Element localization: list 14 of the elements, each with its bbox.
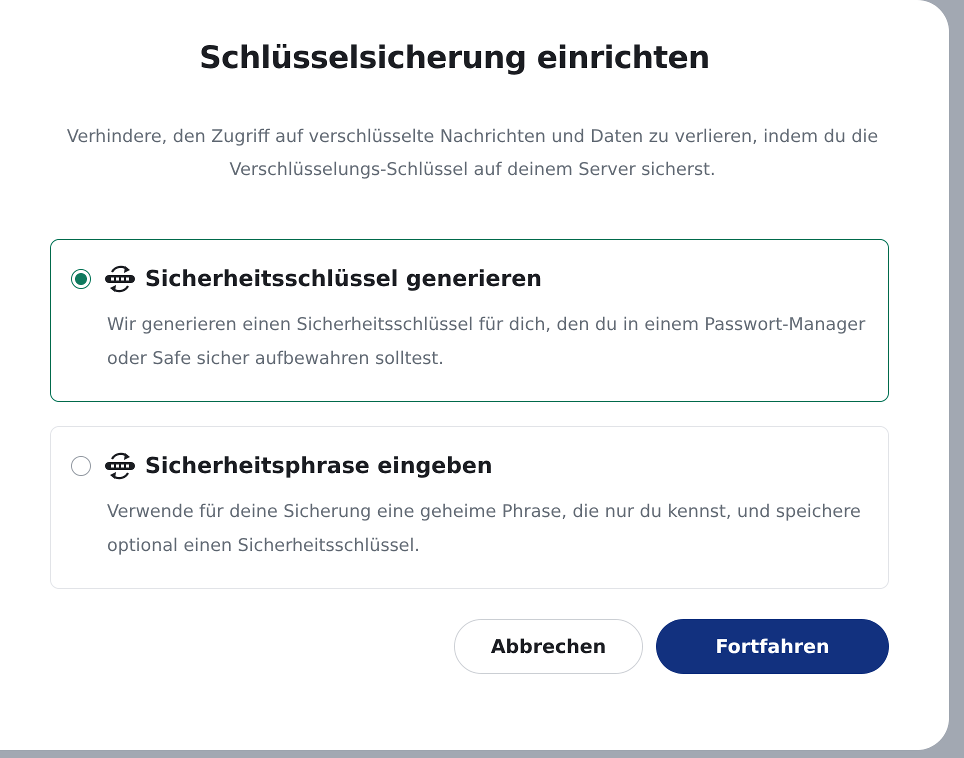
cancel-button[interactable]: Abbrechen (454, 619, 643, 674)
continue-button[interactable]: Fortfahren (656, 619, 889, 674)
option-card[interactable]: Sicherheitsschlüssel generieren Wir generieren einen Sicherheitsschlüssel für dich, den du in einem Passwort-Manager oder Safe sicher aufbewahren solltest. (50, 239, 889, 402)
key-sync-icon (103, 451, 137, 481)
radio-button[interactable] (71, 269, 91, 289)
radio-button[interactable] (71, 456, 91, 476)
option-title: Sicherheitsschlüssel generieren (145, 266, 542, 292)
dialog-title: Schlüsselsicherung einrichten (198, 40, 711, 76)
option-description: Wir generieren einen Sicherheitsschlüssel für dich, den du in einem Passwort-Manager oder Safe sicher aufbewahren solltest. (107, 314, 866, 371)
key-sync-icon (103, 264, 137, 294)
option-title: Sicherheitsphrase eingeben (145, 454, 492, 478)
option-card[interactable]: Sicherheitsphrase eingeben Verwende für deine Sicherung eine geheime Phrase, die nur du kennst, und speichere optional einen Sicherheitsschlüssel. (50, 426, 889, 589)
option-description: Verwende für deine Sicherung eine geheime Phrase, die nur du kennst, und speichere optional einen Sicherheitsschlüssel. (107, 501, 862, 558)
dialog-description: Verhindere, den Zugriff auf verschlüsselte Nachrichten und Daten zu verlieren, indem du die Verschlüsselungs-Schlüssel auf deinem Server sicherst. (66, 126, 880, 182)
